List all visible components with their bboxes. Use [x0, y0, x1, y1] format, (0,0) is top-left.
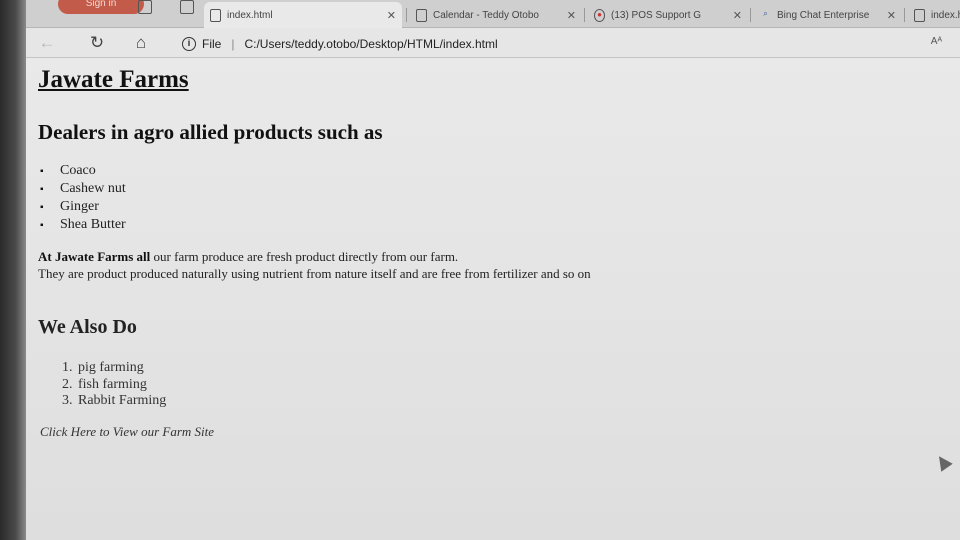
- read-aloud-icon[interactable]: Aᴬ: [931, 36, 942, 47]
- page-content: Jawate Farms Dealers in agro allied prod…: [26, 58, 960, 540]
- tab-bing-chat[interactable]: ⌕ Bing Chat Enterprise ✕: [754, 2, 902, 28]
- list-item: Cashew nut: [40, 180, 126, 198]
- section-heading: We Also Do: [38, 316, 137, 338]
- refresh-icon[interactable]: ↻: [86, 33, 108, 53]
- page-title: Jawate Farms: [38, 66, 189, 93]
- screen-bezel-left: [0, 0, 26, 540]
- list-item: 2. fish farming: [62, 376, 147, 392]
- back-arrow-icon[interactable]: ←: [36, 33, 58, 53]
- close-icon[interactable]: ✕: [733, 9, 742, 22]
- list-item: Ginger: [40, 198, 126, 216]
- list-item: Shea Butter: [40, 216, 126, 234]
- tab-index-html-2[interactable]: index.html: [908, 2, 960, 28]
- info-icon[interactable]: i: [182, 37, 196, 51]
- close-icon[interactable]: ✕: [887, 9, 896, 22]
- services-list: 1. pig farming 2. fish farming 3. Rabbit Fa…: [62, 360, 166, 410]
- url-scheme: File: [202, 37, 222, 51]
- intro-line-2: They are product produced naturally usin…: [38, 266, 591, 281]
- tab-pos-support[interactable]: ● (13) POS Support G ✕: [588, 2, 748, 28]
- address-bar[interactable]: i File | C:/Users/teddy.otobo/Desktop/HT…: [182, 33, 882, 55]
- tab-calendar[interactable]: Calendar - Teddy Otobo ✕: [410, 2, 582, 28]
- home-icon[interactable]: ⌂: [130, 33, 152, 53]
- intro-paragraph: At Jawate Farms all our farm produce are…: [38, 248, 591, 282]
- list-item: 1. pig farming: [62, 360, 144, 375]
- farm-site-link[interactable]: Click Here to View our Farm Site: [40, 424, 214, 440]
- url-text[interactable]: C:/Users/teddy.otobo/Desktop/HTML/index.…: [244, 37, 497, 51]
- sign-in-button[interactable]: Sign in: [58, 0, 144, 14]
- close-icon[interactable]: ✕: [567, 9, 576, 22]
- tab-strip: Sign in index.html ✕ Calendar - Teddy Ot…: [22, 0, 960, 28]
- mouse-cursor-icon: [933, 452, 953, 472]
- teams-icon: ●: [594, 8, 605, 22]
- list-item: 3. Rabbit Farming: [62, 393, 167, 408]
- tab-index-html[interactable]: index.html ✕: [204, 2, 402, 28]
- address-bar-row: ← ↻ ⌂ i File | C:/Users/teddy.otobo/Desk…: [22, 28, 960, 58]
- intro-bold: At Jawate Farms all: [38, 249, 151, 264]
- list-item: Coaco: [40, 162, 126, 180]
- page-icon: [210, 8, 221, 22]
- search-icon: ⌕: [763, 8, 768, 18]
- calendar-icon: [416, 8, 427, 22]
- tab-actions-icon[interactable]: [180, 0, 194, 14]
- subheading: Dealers in agro allied products such as: [38, 120, 383, 144]
- workspaces-icon[interactable]: [138, 0, 152, 14]
- intro-text: our farm produce are fresh product direc…: [150, 249, 459, 264]
- product-list: Coaco Cashew nut Ginger Shea Butter: [40, 162, 126, 234]
- page-icon: [914, 8, 925, 22]
- close-icon[interactable]: ✕: [387, 9, 396, 22]
